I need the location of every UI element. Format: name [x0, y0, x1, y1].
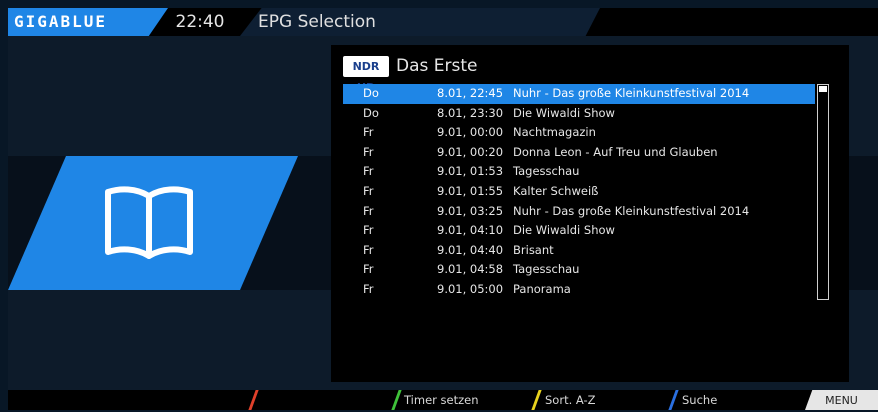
- event-title: Panorama: [513, 281, 571, 296]
- event-day: Do: [363, 86, 379, 100]
- event-row[interactable]: Fr 9.01, 00:20 Donna Leon - Auf Treu und G…: [343, 143, 815, 163]
- event-datetime: 9.01, 03:25: [437, 203, 504, 218]
- event-title: Nuhr - Das große Kleinkunstfestival 2014: [513, 86, 750, 100]
- event-title: Nachtmagazin: [513, 125, 596, 140]
- event-title: Tagesschau: [513, 262, 580, 277]
- event-datetime: 9.01, 01:55: [437, 183, 504, 198]
- event-title: Die Wiwaldi Show: [513, 223, 615, 238]
- event-row[interactable]: Do 8.01, 22:45 Nuhr - Das große Kleinkunst…: [343, 84, 815, 104]
- channel-logo: NDR HD: [343, 56, 389, 94]
- scrollbar[interactable]: [817, 84, 829, 300]
- event-day: Fr: [363, 262, 374, 277]
- event-datetime: 9.01, 01:53: [437, 164, 504, 179]
- screen-title: EPG Selection: [258, 12, 376, 32]
- event-title: Die Wiwaldi Show: [513, 105, 615, 120]
- event-day: Fr: [363, 203, 374, 218]
- brand-logo: GIGABLUE: [14, 12, 108, 31]
- event-day: Do: [363, 105, 379, 120]
- menu-button[interactable]: MENU: [805, 390, 878, 410]
- channel-name: Das Erste: [396, 56, 478, 76]
- event-title: Nuhr - Das große Kleinkunstfestival 2014: [513, 203, 750, 218]
- event-row[interactable]: Fr 9.01, 01:55 Kalter Schweiß: [343, 182, 815, 202]
- event-list[interactable]: Do 8.01, 22:45 Nuhr - Das große Kleinkunst…: [343, 84, 815, 300]
- event-row[interactable]: Do 8.01, 23:30 Die Wiwaldi Show: [343, 104, 815, 124]
- event-row[interactable]: Fr 9.01, 00:00 Nachtmagazin: [343, 123, 815, 143]
- event-row[interactable]: Fr 9.01, 01:53 Tagesschau: [343, 162, 815, 182]
- event-title: Kalter Schweiß: [513, 183, 599, 198]
- event-datetime: 9.01, 00:20: [437, 144, 504, 159]
- event-datetime: 9.01, 04:58: [437, 262, 504, 277]
- book-icon: [105, 186, 193, 259]
- sort-button[interactable]: Sort. A-Z: [545, 390, 596, 410]
- scrollbar-thumb[interactable]: [819, 86, 827, 92]
- event-datetime: 8.01, 22:45: [437, 86, 504, 100]
- event-day: Fr: [363, 183, 374, 198]
- event-datetime: 8.01, 23:30: [437, 105, 504, 120]
- timer-button[interactable]: Timer setzen: [404, 390, 479, 410]
- event-datetime: 9.01, 00:00: [437, 125, 504, 140]
- event-day: Fr: [363, 144, 374, 159]
- event-row[interactable]: Fr 9.01, 05:00 Panorama: [343, 280, 815, 300]
- event-title: Donna Leon - Auf Treu und Glauben: [513, 144, 718, 159]
- event-row[interactable]: Fr 9.01, 04:58 Tagesschau: [343, 260, 815, 280]
- event-day: Fr: [363, 164, 374, 179]
- event-datetime: 9.01, 04:10: [437, 223, 504, 238]
- event-title: Brisant: [513, 242, 554, 257]
- event-day: Fr: [363, 125, 374, 140]
- event-day: Fr: [363, 281, 374, 296]
- event-day: Fr: [363, 242, 374, 257]
- event-row[interactable]: Fr 9.01, 04:40 Brisant: [343, 241, 815, 261]
- event-title: Tagesschau: [513, 164, 580, 179]
- event-day: Fr: [363, 223, 374, 238]
- event-row[interactable]: Fr 9.01, 03:25 Nuhr - Das große Kleinkunst…: [343, 202, 815, 222]
- event-datetime: 9.01, 05:00: [437, 281, 504, 296]
- event-row[interactable]: Fr 9.01, 04:10 Die Wiwaldi Show: [343, 221, 815, 241]
- clock: 22:40: [175, 12, 225, 32]
- event-datetime: 9.01, 04:40: [437, 242, 504, 257]
- search-button[interactable]: Suche: [682, 390, 717, 410]
